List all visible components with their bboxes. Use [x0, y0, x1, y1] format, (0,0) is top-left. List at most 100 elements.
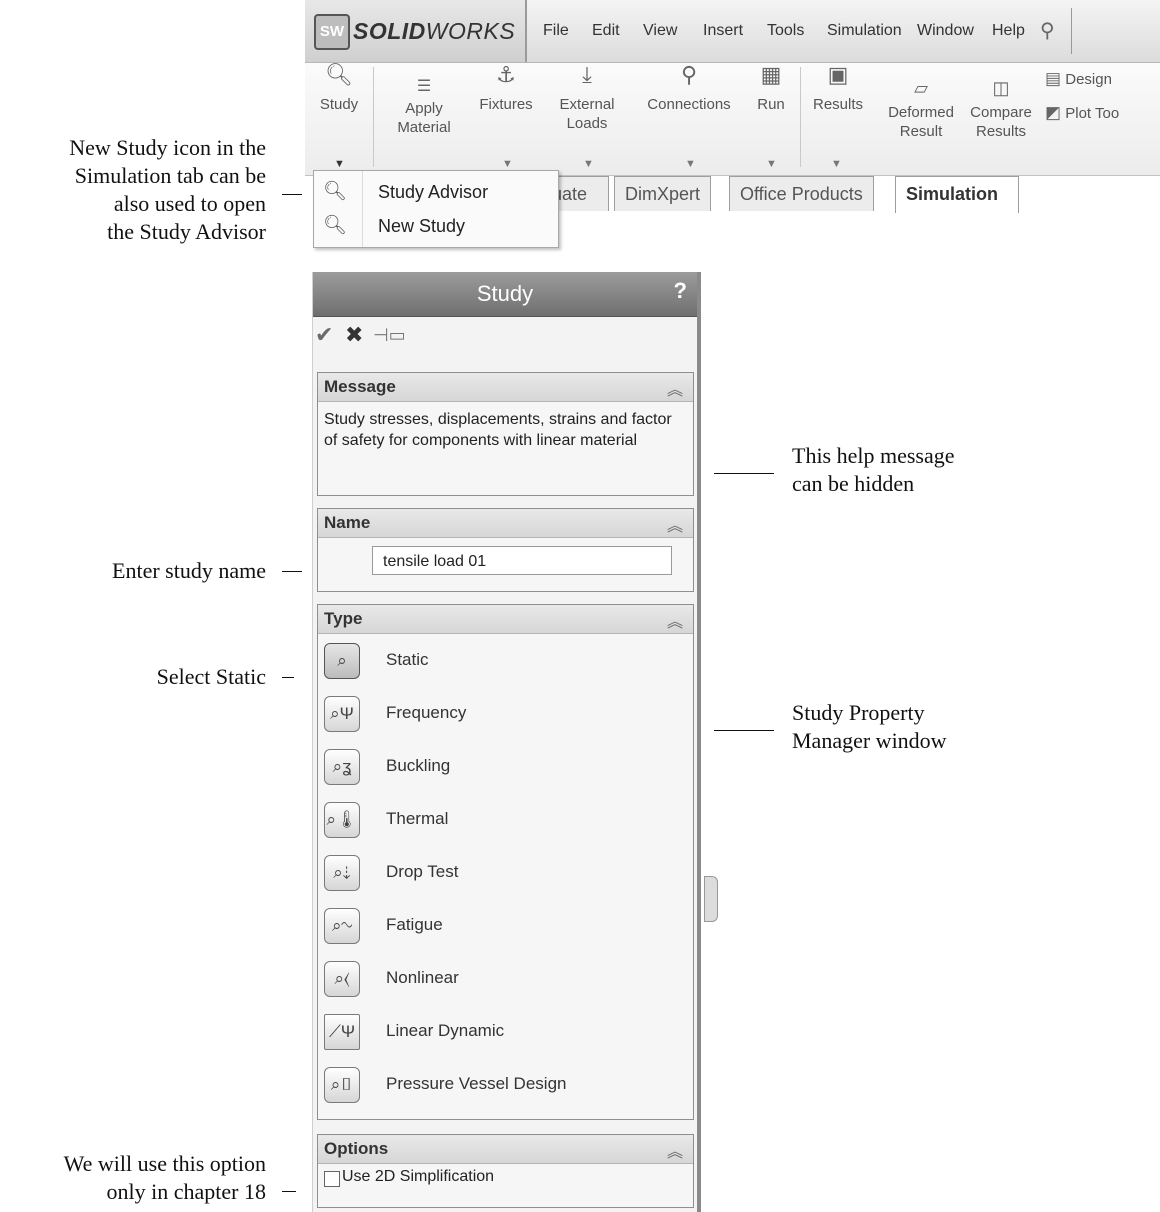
- study-dropdown-menu: 🔍︎ Study Advisor 🔍︎ New Study: [313, 170, 559, 248]
- compare-results-button[interactable]: ◫ Compare Results: [963, 79, 1039, 141]
- tab-office-products[interactable]: Office Products: [729, 176, 874, 211]
- fixture-icon: ⚓︎: [496, 62, 516, 87]
- callout-pm-window: Study Property Manager window: [792, 700, 947, 753]
- type-static-option[interactable]: ⌕ Static: [318, 639, 693, 692]
- tab-simulation[interactable]: Simulation: [895, 176, 1019, 213]
- tab-dimxpert[interactable]: DimXpert: [614, 176, 712, 211]
- collapse-icon[interactable]: ︽: [667, 608, 683, 632]
- load-arrow-icon: ⤓: [582, 62, 592, 87]
- study-magnifier-icon: 🔍︎: [325, 62, 353, 87]
- study-advisor-menu-item[interactable]: 🔍︎ Study Advisor: [314, 175, 558, 209]
- deformed-result-button[interactable]: ▱ Deformed Result: [881, 79, 961, 141]
- results-button[interactable]: ▣ Results: [805, 64, 871, 114]
- solidworks-logo: SW SOLIDWORKS: [305, 0, 527, 62]
- collapse-icon[interactable]: ︽: [667, 1138, 683, 1162]
- study-dropdown-arrow-icon[interactable]: ▼: [334, 158, 345, 170]
- options-group: Options ︽ Use 2D Simplification: [317, 1134, 694, 1208]
- nonlinear-study-icon[interactable]: ⌕⟨: [324, 961, 360, 997]
- linear-dynamic-study-icon[interactable]: ⟋Ψ: [324, 1014, 360, 1050]
- callout-leader-line: [282, 677, 294, 678]
- buckling-study-icon[interactable]: ⌕ʓ: [324, 749, 360, 785]
- run-dropdown-arrow-icon[interactable]: ▼: [766, 158, 777, 170]
- logo-text-works: WORKS: [425, 18, 516, 44]
- drop-test-study-icon[interactable]: ⌕⇣: [324, 855, 360, 891]
- thermal-study-icon[interactable]: ⌕🌡︎: [324, 802, 360, 838]
- connector-icon: ⚲: [680, 62, 698, 87]
- plot-tools-button[interactable]: ◩ Plot Too: [1045, 103, 1160, 123]
- callout-option-note: We will use this option only in chapter …: [63, 1151, 266, 1204]
- study-property-manager: Study ? ✔ ✖ ⊣▭ Message ︽ Study stresses,…: [312, 272, 697, 1212]
- menu-bar: SW SOLIDWORKS File Edit View Insert Tool…: [305, 0, 1160, 63]
- cancel-x-icon[interactable]: ✖: [345, 322, 363, 348]
- type-group-header[interactable]: Type ︽: [318, 605, 693, 634]
- ok-check-icon[interactable]: ✔: [315, 322, 333, 348]
- callout-leader-line: [282, 571, 302, 572]
- use-2d-simplification-checkbox[interactable]: [324, 1171, 340, 1187]
- options-group-header[interactable]: Options ︽: [318, 1135, 693, 1164]
- compare-icon: ◫: [992, 78, 1010, 98]
- panel-resize-grip[interactable]: [704, 876, 718, 922]
- static-study-icon[interactable]: ⌕: [324, 643, 360, 679]
- pressure-vessel-study-icon[interactable]: ⌕▯: [324, 1067, 360, 1103]
- property-manager-border: [697, 272, 701, 1212]
- connections-button[interactable]: ⚲ Connections: [637, 62, 741, 114]
- help-icon[interactable]: ?: [674, 278, 687, 304]
- message-text: Study stresses, displacements, strains a…: [324, 411, 672, 449]
- simulation-ribbon: 🔍︎ Study ▼ ☰ Apply Material ⚓︎ Fixtures …: [305, 63, 1160, 176]
- callout-new-study: New Study icon in the Simulation tab can…: [69, 135, 266, 244]
- menu-simulation[interactable]: Simulation: [827, 22, 902, 40]
- external-loads-button[interactable]: ⤓ External Loads: [547, 62, 627, 133]
- fixtures-dropdown-arrow-icon[interactable]: ▼: [502, 158, 513, 170]
- new-study-menu-item[interactable]: 🔍︎ New Study: [314, 209, 558, 243]
- study-name-input[interactable]: tensile load 01: [372, 546, 672, 575]
- menu-edit[interactable]: Edit: [592, 22, 620, 40]
- callout-help-message: This help message can be hidden: [792, 443, 955, 496]
- type-thermal-option[interactable]: ⌕🌡︎ Thermal: [318, 798, 693, 851]
- solidworks-logo-mark: SW: [314, 14, 350, 50]
- message-group-header[interactable]: Message ︽: [318, 373, 693, 402]
- pushpin-icon[interactable]: ⊣▭: [373, 325, 406, 346]
- name-group-header[interactable]: Name ︽: [318, 509, 693, 538]
- fixtures-button[interactable]: ⚓︎ Fixtures: [468, 62, 544, 114]
- run-icon: ▦: [760, 62, 782, 87]
- type-fatigue-option[interactable]: ⌕∿ Fatigue: [318, 904, 693, 957]
- menu-file[interactable]: File: [543, 22, 569, 40]
- run-button[interactable]: ▦ Run: [749, 62, 793, 114]
- type-nonlinear-option[interactable]: ⌕⟨ Nonlinear: [318, 957, 693, 1010]
- design-button[interactable]: ▤ Design: [1045, 69, 1160, 89]
- menu-tools[interactable]: Tools: [767, 22, 804, 40]
- message-group: Message ︽ Study stresses, displacements,…: [317, 372, 694, 496]
- callout-study-name: Enter study name: [112, 558, 266, 583]
- apply-material-button[interactable]: ☰ Apply Material: [389, 77, 459, 137]
- pin-icon[interactable]: ⚲: [1040, 18, 1055, 43]
- type-pressure-vessel-option[interactable]: ⌕▯ Pressure Vessel Design: [318, 1063, 693, 1116]
- collapse-icon[interactable]: ︽: [667, 512, 683, 536]
- type-drop-test-option[interactable]: ⌕⇣ Drop Test: [318, 851, 693, 904]
- callout-leader-line: [714, 473, 774, 474]
- results-dropdown-arrow-icon[interactable]: ▼: [831, 158, 842, 170]
- deformed-shape-icon: ▱: [914, 78, 928, 98]
- callout-leader-line: [282, 194, 302, 195]
- type-group: Type ︽ ⌕ Static ⌕Ψ Frequency ⌕ʓ Buckling…: [317, 604, 694, 1120]
- study-advisor-icon: 🔍︎: [322, 181, 348, 202]
- callout-leader-line: [714, 730, 774, 731]
- type-frequency-option[interactable]: ⌕Ψ Frequency: [318, 692, 693, 745]
- menu-window[interactable]: Window: [917, 22, 974, 40]
- property-manager-title: Study: [476, 281, 534, 306]
- design-study-icon: ▤: [1045, 69, 1062, 88]
- collapse-icon[interactable]: ︽: [667, 376, 683, 400]
- fatigue-study-icon[interactable]: ⌕∿: [324, 908, 360, 944]
- callout-select-static: Select Static: [156, 664, 266, 689]
- type-buckling-option[interactable]: ⌕ʓ Buckling: [318, 745, 693, 798]
- frequency-study-icon[interactable]: ⌕Ψ: [324, 696, 360, 732]
- study-button[interactable]: 🔍︎ Study: [313, 62, 365, 114]
- plot-tools-icon: ◩: [1045, 103, 1062, 122]
- loads-dropdown-arrow-icon[interactable]: ▼: [583, 158, 594, 170]
- menu-insert[interactable]: Insert: [703, 22, 743, 40]
- property-manager-actions: ✔ ✖ ⊣▭: [313, 316, 697, 358]
- type-linear-dynamic-option[interactable]: ⟋Ψ Linear Dynamic: [318, 1010, 693, 1063]
- connections-dropdown-arrow-icon[interactable]: ▼: [685, 158, 696, 170]
- menu-view[interactable]: View: [643, 22, 677, 40]
- use-2d-simplification-label: Use 2D Simplification: [342, 1168, 495, 1185]
- menu-help[interactable]: Help: [992, 22, 1025, 40]
